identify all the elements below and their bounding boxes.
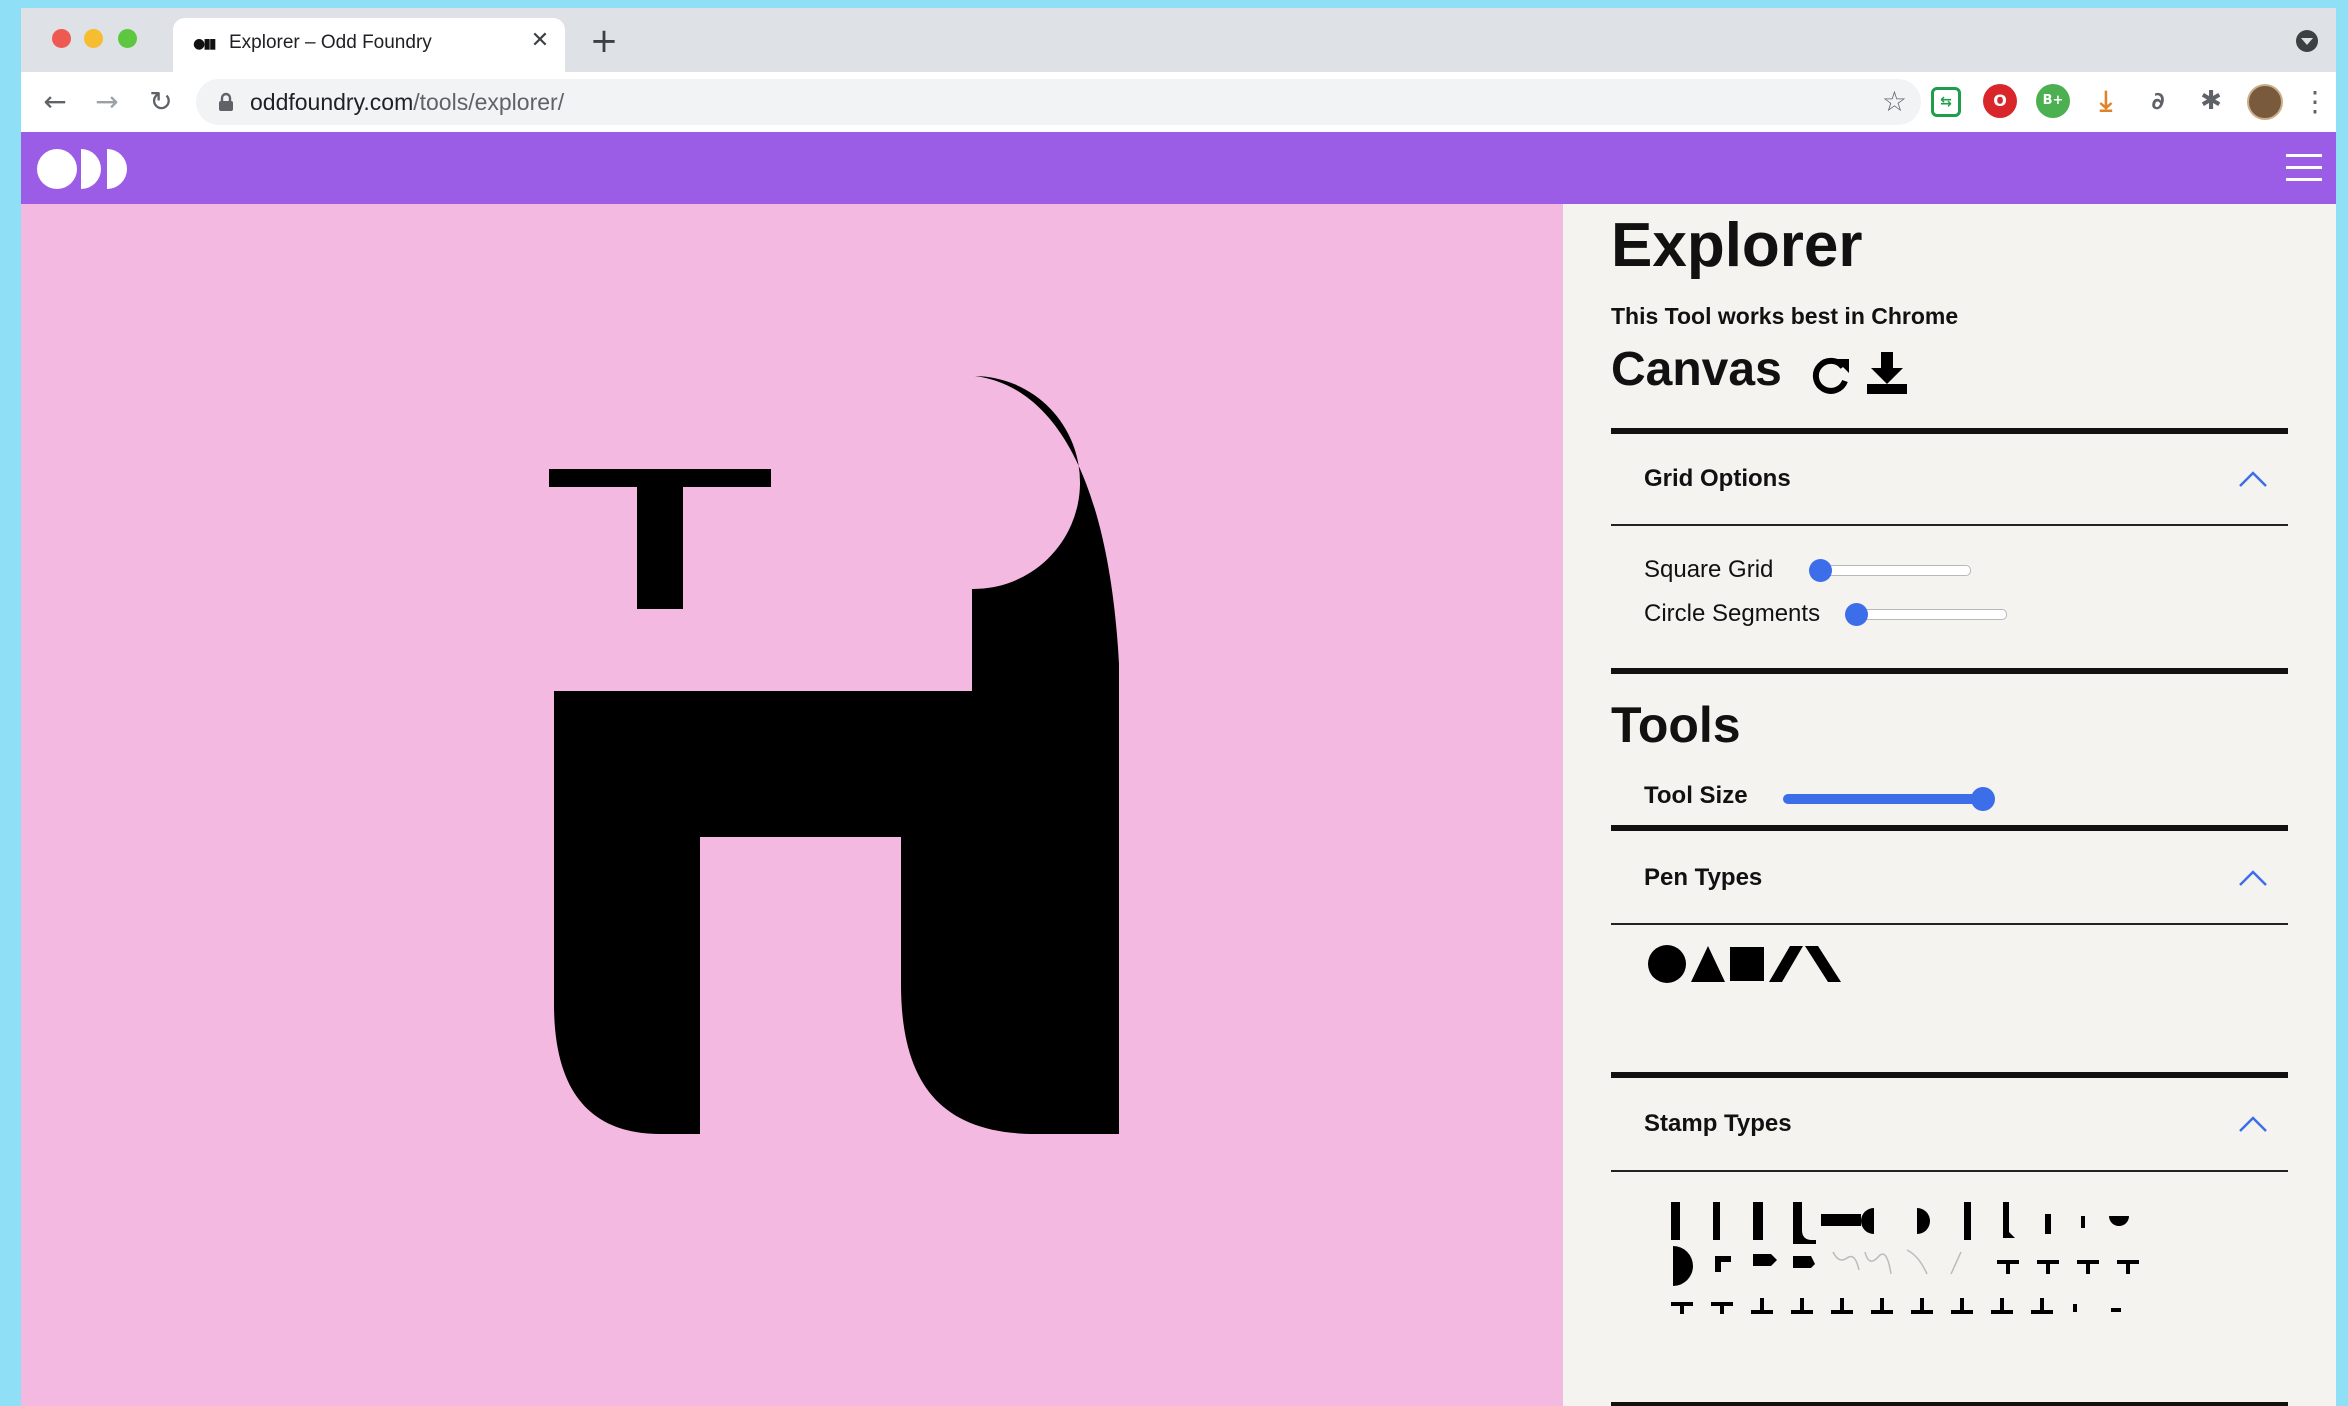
square-grid-slider-handle[interactable] — [1809, 559, 1832, 582]
tool-size-label: Tool Size — [1644, 782, 1748, 809]
lock-icon — [219, 92, 233, 111]
stamp-types-divider — [1611, 1170, 2288, 1172]
browser-tab[interactable]: ●▮▮ Explorer – Odd Foundry ✕ — [173, 18, 565, 72]
circle-segments-label: Circle Segments — [1644, 600, 1821, 627]
tab-title: Explorer – Odd Foundry — [229, 32, 432, 53]
forward-button[interactable]: → — [89, 84, 125, 120]
tool-size-slider[interactable] — [1783, 794, 1979, 804]
url-host: oddfoundry.com — [250, 89, 414, 115]
drawing-canvas[interactable] — [21, 204, 1563, 1406]
puzzle-extension-icon[interactable]: ✱ — [2194, 84, 2228, 118]
close-tab-icon[interactable]: ✕ — [527, 28, 553, 54]
download-extension-icon[interactable]: ⤓ — [2089, 84, 2123, 118]
green-shield-extension-icon[interactable]: ⇆ — [1931, 87, 1961, 117]
url-text: oddfoundry.com/tools/explorer/ — [250, 89, 564, 116]
circle-segments-slider[interactable] — [1853, 609, 2007, 620]
red-adblock-extension-icon[interactable]: O — [1983, 84, 2017, 118]
browser-menu-icon[interactable]: ⋮ — [2297, 84, 2333, 120]
pen-types-chevron-up-icon[interactable] — [2238, 869, 2268, 887]
back-button[interactable]: ← — [37, 84, 73, 120]
odd-foundry-favicon-icon: ●▮▮ — [193, 36, 217, 52]
square-pen-icon[interactable] — [1729, 944, 1765, 984]
browser-window: ●▮▮ Explorer – Odd Foundry ✕ + ← → ↻ odd… — [21, 8, 2336, 1406]
grid-divider — [1611, 668, 2288, 674]
avatar[interactable] — [2247, 84, 2283, 120]
close-window-button[interactable] — [52, 29, 71, 48]
circle-segments-slider-handle[interactable] — [1845, 603, 1868, 626]
backslash-pen-icon[interactable] — [1803, 944, 1843, 984]
grid-options-divider — [1611, 524, 2288, 526]
browser-toolbar: ← → ↻ oddfoundry.com/tools/explorer/ ☆ ⇆… — [21, 72, 2336, 132]
green-b-extension-icon[interactable]: B+ — [2036, 84, 2070, 118]
bookmark-star-icon[interactable]: ☆ — [1882, 86, 1907, 118]
canvas-divider — [1611, 428, 2288, 434]
page-title: Explorer — [1611, 211, 1863, 280]
tools-divider — [1611, 825, 2288, 831]
download-icon[interactable] — [1865, 350, 1909, 396]
slash-pen-icon[interactable] — [1768, 944, 1804, 984]
grid-options-heading[interactable]: Grid Options — [1644, 465, 1791, 493]
maximize-window-button[interactable] — [118, 29, 137, 48]
tools-heading: Tools — [1611, 697, 1741, 753]
stamp-palette[interactable] — [1669, 1194, 2149, 1324]
stamp-types-chevron-up-icon[interactable] — [2238, 1115, 2268, 1133]
site-header — [21, 132, 2336, 204]
drawn-glyph — [549, 376, 1119, 1134]
stamp-types-heading[interactable]: Stamp Types — [1644, 1110, 1792, 1138]
refresh-icon[interactable] — [1809, 353, 1853, 397]
pen-types-heading[interactable]: Pen Types — [1644, 864, 1762, 892]
square-grid-slider[interactable] — [1817, 565, 1971, 576]
pen-types-bottom-divider — [1611, 1072, 2288, 1078]
browser-note: This Tool works best in Chrome — [1611, 303, 1959, 329]
tool-size-slider-handle[interactable] — [1971, 787, 1995, 811]
new-tab-button[interactable]: + — [587, 24, 621, 58]
tab-strip: ●▮▮ Explorer – Odd Foundry ✕ + — [21, 8, 2336, 72]
address-bar[interactable]: oddfoundry.com/tools/explorer/ ☆ — [196, 79, 1921, 125]
pen-types-divider — [1611, 923, 2288, 925]
hamburger-menu-icon[interactable] — [2286, 154, 2322, 182]
url-path: /tools/explorer/ — [413, 89, 565, 115]
canvas-heading: Canvas — [1611, 343, 1782, 396]
triangle-pen-icon[interactable] — [1690, 944, 1726, 984]
explorer-panel: Explorer This Tool works best in Chrome … — [1563, 204, 2336, 1406]
stamp-types-bottom-divider — [1611, 1402, 2288, 1406]
minimize-window-button[interactable] — [84, 29, 103, 48]
square-grid-label: Square Grid — [1644, 556, 1774, 583]
circle-pen-icon[interactable] — [1647, 944, 1687, 984]
reload-button[interactable]: ↻ — [143, 84, 179, 120]
link-extension-icon[interactable]: ∂ — [2141, 84, 2175, 118]
tab-search-icon[interactable] — [2296, 30, 2318, 52]
odd-foundry-logo[interactable] — [37, 148, 137, 190]
grid-options-chevron-up-icon[interactable] — [2238, 470, 2268, 488]
